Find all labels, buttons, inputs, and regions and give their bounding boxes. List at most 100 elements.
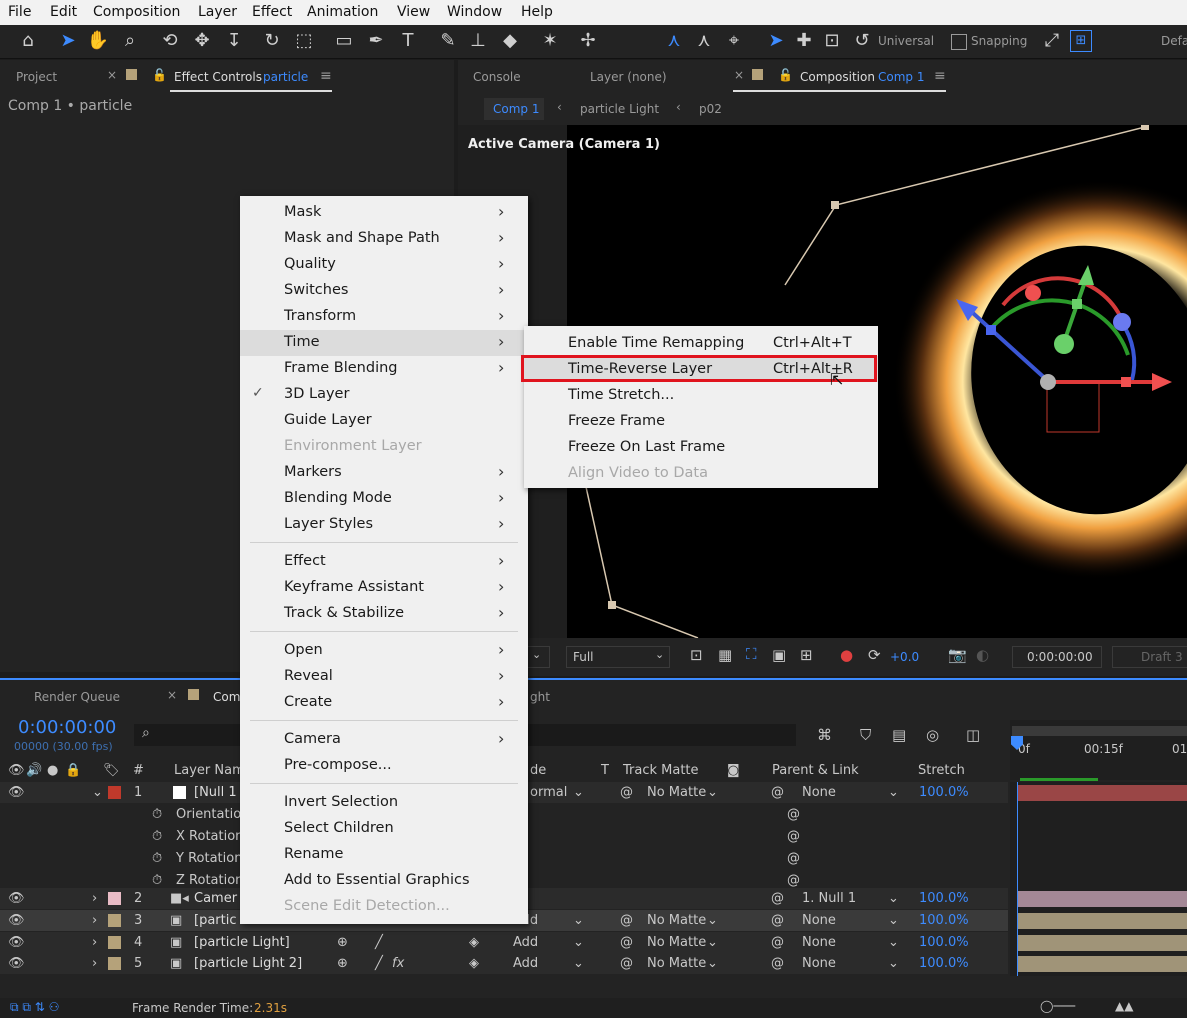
menu-composition[interactable]: Composition (93, 4, 180, 20)
chevron-down-icon[interactable]: ⌄ (888, 913, 899, 928)
pen-tool-icon[interactable]: ✒ (364, 29, 388, 53)
menu-item-freeze-on-last-frame[interactable]: Freeze On Last Frame (524, 434, 878, 460)
pickwhip-icon[interactable]: @ (771, 913, 784, 928)
layer-stretch[interactable]: 100.0% (919, 956, 969, 971)
layer-track-matte[interactable]: No Matte (647, 956, 706, 971)
crumb-particle-light[interactable]: particle Light (580, 102, 659, 116)
resolution-dropdown[interactable]: Full ⌄ (566, 646, 670, 668)
pan-behind-icon[interactable]: ⬚ (292, 29, 316, 53)
tab-effect-controls[interactable]: Effect Controls (174, 70, 262, 84)
layer-name[interactable]: [partic (194, 913, 237, 928)
collapse-transform-icon[interactable]: ⊕ (337, 935, 348, 950)
chevron-down-icon[interactable]: ⌄ (573, 913, 584, 928)
menu-item-reveal[interactable]: Reveal › (240, 664, 528, 690)
motion-blur-icon[interactable]: ◎ (926, 726, 939, 744)
chevron-right-icon[interactable]: › (92, 956, 97, 971)
layer-bar[interactable] (1018, 913, 1187, 929)
menu-item-invert-selection[interactable]: Invert Selection (240, 790, 528, 816)
menu-item-layer-styles[interactable]: Layer Styles › (240, 512, 528, 538)
brush-tool-icon[interactable]: ✎ (436, 29, 460, 53)
playhead-line[interactable] (1017, 782, 1018, 976)
panel-menu-icon[interactable]: ≡ (320, 68, 332, 84)
label-swatch[interactable] (108, 936, 121, 949)
menu-help[interactable]: Help (521, 4, 553, 20)
move-3d-icon[interactable]: ✚ (792, 29, 816, 53)
chevron-down-icon[interactable]: ⌄ (573, 785, 584, 800)
menu-item-open[interactable]: Open › (240, 638, 528, 664)
menu-item-quality[interactable]: Quality › (240, 252, 528, 278)
workspace-label[interactable]: Defa (1161, 34, 1187, 48)
dolly-camera-icon[interactable]: ↧ (222, 29, 246, 53)
tab-composition[interactable]: Composition (800, 70, 875, 84)
menu-item-track-stabilize[interactable]: Track & Stabilize › (240, 601, 528, 627)
layer-name[interactable]: Camer (194, 891, 237, 906)
close-icon[interactable]: × (734, 68, 744, 82)
header-layer-name[interactable]: Layer Nam (174, 763, 245, 778)
matte-source-icon[interactable]: @ (620, 935, 633, 950)
chevron-down-icon[interactable]: ⌄ (707, 913, 718, 928)
pickwhip-icon[interactable]: @ (787, 851, 800, 866)
fx-icon[interactable]: fx (392, 956, 404, 971)
stopwatch-icon[interactable]: ⏱ (152, 829, 162, 844)
label-swatch[interactable] (108, 892, 121, 905)
menu-item-pre-compose[interactable]: Pre-compose... (240, 753, 528, 779)
quality-icon[interactable]: ╱ (375, 956, 383, 971)
chevron-down-icon[interactable]: ⌄ (573, 956, 584, 971)
3d-layer-icon[interactable]: ◈ (469, 956, 479, 971)
chevron-down-icon[interactable]: ⌄ (707, 956, 718, 971)
region-of-interest-icon[interactable]: ▣ (772, 646, 786, 664)
layer-mode[interactable]: ormal (530, 785, 567, 800)
menu-item-transform[interactable]: Transform › (240, 304, 528, 330)
channel-icon[interactable]: ● (840, 646, 853, 664)
menu-animation[interactable]: Animation (307, 4, 378, 20)
lock-icon[interactable]: 🔓 (778, 68, 793, 82)
rectangle-tool-icon[interactable]: ▭ (332, 29, 356, 53)
stopwatch-icon[interactable]: ⏱ (152, 807, 162, 822)
menu-item-blending-mode[interactable]: Blending Mode › (240, 486, 528, 512)
snapshot-icon[interactable]: 📷 (948, 646, 967, 664)
rotate-3d-icon[interactable]: ↺ (850, 29, 874, 53)
chevron-down-icon[interactable]: ⌄ (707, 785, 718, 800)
menu-item-select-children[interactable]: Select Children (240, 816, 528, 842)
grid-guides-icon[interactable]: ⊞ (800, 646, 813, 664)
layer-name[interactable]: [particle Light] (194, 935, 290, 950)
menu-item-rename[interactable]: Rename (240, 842, 528, 868)
label-swatch[interactable] (108, 914, 121, 927)
collapse-transform-icon[interactable]: ⊕ (337, 956, 348, 971)
time-ruler[interactable]: 0f 00:15f 01 (1010, 720, 1187, 781)
snapping-checkbox[interactable] (951, 34, 967, 50)
layer-parent[interactable]: None (802, 913, 836, 928)
layer-bar[interactable] (1018, 785, 1187, 801)
crumb-p02[interactable]: p02 (699, 102, 722, 116)
eye-icon[interactable]: 👁 (8, 913, 25, 928)
chevron-down-icon[interactable]: ⌄ (707, 935, 718, 950)
roto-brush-icon[interactable]: ✶ (538, 29, 562, 53)
panel-menu-icon[interactable]: ≡ (934, 68, 946, 84)
menu-item-camera[interactable]: Camera › (240, 727, 528, 753)
layer-track-matte[interactable]: No Matte (647, 785, 706, 800)
stopwatch-icon[interactable]: ⏱ (152, 851, 162, 866)
eye-icon[interactable]: 👁 (8, 935, 25, 950)
menu-item-create[interactable]: Create › (240, 690, 528, 716)
chevron-down-icon[interactable]: ⌄ (888, 935, 899, 950)
scale-3d-icon[interactable]: ⊡ (820, 29, 844, 53)
hand-tool-icon[interactable]: ✋ (86, 29, 110, 53)
menu-item-time[interactable]: Time › (240, 330, 528, 356)
clone-stamp-icon[interactable]: ⊥ (466, 29, 490, 53)
layer-bar[interactable] (1018, 956, 1187, 972)
layer-search-input[interactable]: ⌕ (134, 724, 240, 746)
close-icon[interactable]: × (167, 688, 177, 702)
eye-icon[interactable]: 👁 (8, 956, 25, 971)
matte-source-icon[interactable]: @ (620, 913, 633, 928)
menu-item-keyframe-assistant[interactable]: Keyframe Assistant › (240, 575, 528, 601)
current-time-field[interactable]: 0:00:00:00 (1012, 646, 1102, 668)
eye-icon[interactable]: 👁 (8, 891, 25, 906)
tab-project[interactable]: Project (16, 70, 57, 84)
layer-parent[interactable]: None (802, 956, 836, 971)
tab-comp1[interactable]: Com (213, 690, 240, 704)
lock-icon[interactable]: 🔓 (152, 68, 167, 82)
menu-window[interactable]: Window (447, 4, 502, 20)
render-toggles-icon[interactable]: ⧉ ⧉ ⇅ ⚇ (10, 1000, 59, 1015)
layer-track-matte[interactable]: No Matte (647, 913, 706, 928)
pickwhip-icon[interactable]: @ (787, 829, 800, 844)
